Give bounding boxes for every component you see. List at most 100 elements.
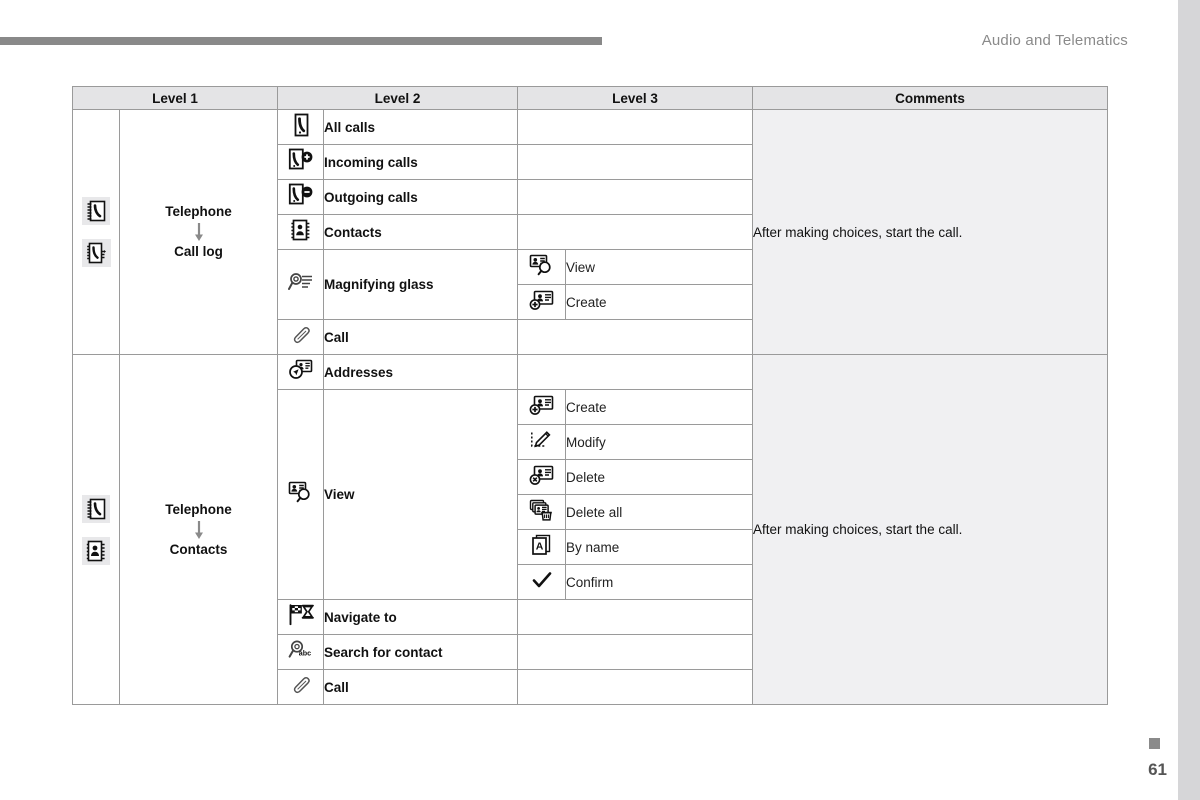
create-contact-icon[interactable] (529, 394, 555, 416)
table-row: Telephone Call log All calls After making … (72, 109, 1108, 355)
svg-text:abc: abc (298, 648, 310, 657)
call-log-icon-badge (81, 239, 111, 267)
level3-menu-item[interactable]: View (565, 249, 753, 285)
level3-icon-cell[interactable] (517, 494, 566, 530)
header-rule (0, 37, 602, 45)
level2-menu-item[interactable]: All calls (323, 109, 518, 145)
view-contact-icon[interactable] (529, 253, 555, 277)
level2-menu-item[interactable]: Addresses (323, 354, 518, 390)
phonebook-icon (86, 200, 106, 222)
level3-menu-item[interactable]: Modify (565, 424, 753, 460)
level2-icon-cell[interactable] (277, 144, 324, 180)
call-handset-icon[interactable] (290, 674, 312, 696)
level1-label-cell: Telephone Contacts (119, 354, 278, 705)
level3-empty-cell (517, 599, 753, 635)
level2-icon-cell[interactable] (277, 599, 324, 635)
level1-primary-label: Telephone (165, 501, 232, 517)
column-header-comments: Comments (752, 86, 1108, 110)
level3-icon-cell[interactable] (517, 389, 566, 425)
contacts-icon[interactable] (290, 219, 312, 241)
level2-menu-item[interactable]: Call (323, 319, 518, 355)
level2-menu-item[interactable]: View (323, 389, 518, 600)
level3-menu-item[interactable]: Delete all (565, 494, 753, 530)
outgoing-calls-icon[interactable] (288, 183, 314, 207)
confirm-check-icon[interactable] (532, 571, 552, 589)
column-header-level3: Level 3 (517, 86, 753, 110)
svg-text:A: A (535, 540, 543, 552)
page-number: 61 (1148, 760, 1167, 779)
all-calls-icon[interactable] (291, 113, 310, 137)
level3-menu-item[interactable]: Create (565, 389, 753, 425)
level2-icon-cell[interactable] (277, 319, 324, 355)
level2-icon-cell[interactable]: abc (277, 634, 324, 670)
delete-contact-icon[interactable] (529, 464, 555, 486)
level3-icon-cell[interactable] (517, 249, 566, 285)
incoming-calls-icon[interactable] (288, 148, 314, 172)
level2-menu-item[interactable]: Magnifying glass (323, 249, 518, 320)
level2-menu-item[interactable]: Search for contact (323, 634, 518, 670)
level2-menu-item[interactable]: Outgoing calls (323, 179, 518, 215)
table-row: Telephone Contacts Addresses After making … (72, 354, 1108, 705)
level3-empty-cell (517, 144, 753, 180)
level3-icon-cell[interactable] (517, 459, 566, 495)
level3-empty-cell (517, 669, 753, 705)
level2-menu-item[interactable]: Call (323, 669, 518, 705)
level3-menu-item[interactable]: Confirm (565, 564, 753, 600)
search-contact-icon[interactable]: abc (288, 639, 314, 661)
level1-icons-cell (72, 354, 120, 705)
phonebook-icon-badge (82, 494, 110, 523)
call-log-icon (86, 242, 107, 264)
modify-contact-icon[interactable] (530, 429, 554, 451)
level1-icons-cell (72, 109, 120, 355)
level3-icon-cell[interactable] (517, 284, 566, 320)
contacts-book-icon (86, 540, 106, 562)
column-header-level2: Level 2 (277, 86, 518, 110)
table-header-row: Level 1 Level 2 Level 3 Comments (72, 86, 1108, 110)
right-edge-band (1178, 0, 1200, 800)
footer-marker-square (1149, 738, 1160, 749)
level2-menu-item[interactable]: Navigate to (323, 599, 518, 635)
level3-empty-cell (517, 109, 753, 145)
table-body: Telephone Call log All calls After making … (72, 109, 1108, 705)
level2-icon-cell[interactable] (277, 249, 324, 320)
by-name-icon[interactable]: A (530, 534, 554, 556)
level3-menu-item[interactable]: Delete (565, 459, 753, 495)
level1-label-cell: Telephone Call log (119, 109, 278, 355)
view-contact-icon[interactable] (288, 480, 314, 504)
level2-icon-cell[interactable] (277, 179, 324, 215)
level3-empty-cell (517, 354, 753, 390)
call-handset-icon[interactable] (290, 324, 312, 346)
level2-menu-item[interactable]: Contacts (323, 214, 518, 250)
navigate-to-icon[interactable] (288, 603, 314, 627)
create-contact-icon[interactable] (529, 289, 555, 311)
level3-menu-item[interactable]: By name (565, 529, 753, 565)
column-header-level1: Level 1 (72, 86, 278, 110)
level2-icon-cell[interactable] (277, 109, 324, 145)
comments-cell: After making choices, start the call. (752, 109, 1108, 355)
down-arrow-icon (194, 520, 203, 540)
magnifying-glass-icon[interactable] (287, 271, 314, 293)
level1-primary-label: Telephone (165, 204, 232, 220)
phonebook-icon-badge (82, 197, 110, 225)
contacts-book-icon-badge (82, 536, 110, 565)
level3-empty-cell (517, 214, 753, 250)
level3-icon-cell[interactable] (517, 424, 566, 460)
level3-empty-cell (517, 319, 753, 355)
level3-icon-cell[interactable]: A (517, 529, 566, 565)
delete-all-icon[interactable] (529, 499, 555, 521)
comments-cell: After making choices, start the call. (752, 354, 1108, 705)
addresses-icon[interactable] (288, 359, 314, 381)
level3-menu-item[interactable]: Create (565, 284, 753, 320)
level3-empty-cell (517, 634, 753, 670)
level1-secondary-label: Contacts (169, 541, 228, 557)
level2-menu-item[interactable]: Incoming calls (323, 144, 518, 180)
level3-icon-cell[interactable] (517, 564, 566, 600)
level2-icon-cell[interactable] (277, 669, 324, 705)
down-arrow-icon (194, 222, 203, 242)
level2-icon-cell[interactable] (277, 389, 324, 600)
level3-empty-cell (517, 179, 753, 215)
level1-secondary-label: Call log (174, 244, 223, 259)
level2-icon-cell[interactable] (277, 354, 324, 390)
level2-icon-cell[interactable] (277, 214, 324, 250)
menu-structure-table: Level 1 Level 2 Level 3 Comments Telepho… (72, 86, 1108, 705)
